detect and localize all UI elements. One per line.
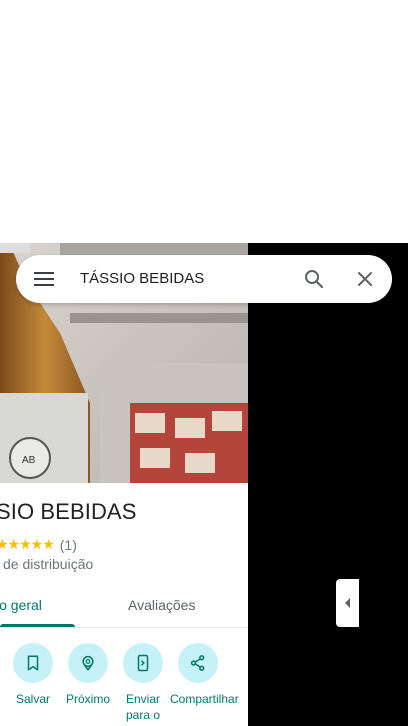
menu-button[interactable] (32, 267, 56, 291)
map-area[interactable] (248, 243, 408, 726)
nearby-button[interactable]: Próximo (60, 643, 116, 707)
nearby-icon (82, 655, 94, 671)
save-label: Salvar (15, 692, 50, 706)
place-side-panel: AB SIO BEBIDAS ★★★★★ (1) de distribuição… (0, 243, 248, 726)
send-to-phone-icon (137, 654, 149, 672)
nearby-button-circle (68, 643, 108, 683)
place-tabs: io geral Avaliações (0, 581, 248, 628)
collapse-panel-button[interactable] (336, 579, 359, 627)
bookmark-icon (27, 655, 39, 671)
save-button[interactable]: Salvar (5, 643, 61, 707)
tab-overview[interactable]: io geral (0, 597, 42, 613)
active-tab-indicator (0, 624, 75, 627)
search-input[interactable]: TÁSSIO BEBIDAS (80, 270, 204, 287)
hamburger-menu-icon (34, 272, 54, 286)
close-icon (358, 272, 372, 286)
send-label: Enviar para o (125, 692, 161, 722)
action-buttons: Salvar Próximo Enviar para o Compartilha… (0, 643, 248, 726)
clear-search-button[interactable] (353, 267, 377, 291)
search-icon (305, 270, 324, 289)
share-label: Compartilhar (170, 692, 239, 706)
star-rating-icon: ★★★★★ (0, 536, 55, 552)
chevron-left-icon (344, 598, 350, 608)
send-button-circle (123, 643, 163, 683)
tab-reviews[interactable]: Avaliações (128, 597, 195, 613)
send-to-phone-button[interactable]: Enviar para o (115, 643, 171, 723)
nearby-label: Próximo (65, 692, 110, 706)
share-icon (190, 655, 205, 671)
review-count: (1) (59, 536, 77, 553)
search-button[interactable] (302, 267, 326, 291)
search-box[interactable]: TÁSSIO BEBIDAS (16, 255, 392, 303)
place-category[interactable]: de distribuição (3, 556, 93, 572)
save-button-circle (13, 643, 53, 683)
share-button[interactable]: Compartilhar (170, 643, 239, 707)
rating-row[interactable]: ★★★★★ (1) (0, 536, 77, 553)
svg-text:AB: AB (22, 455, 36, 466)
place-title: SIO BEBIDAS (0, 499, 137, 524)
share-button-circle (178, 643, 218, 683)
